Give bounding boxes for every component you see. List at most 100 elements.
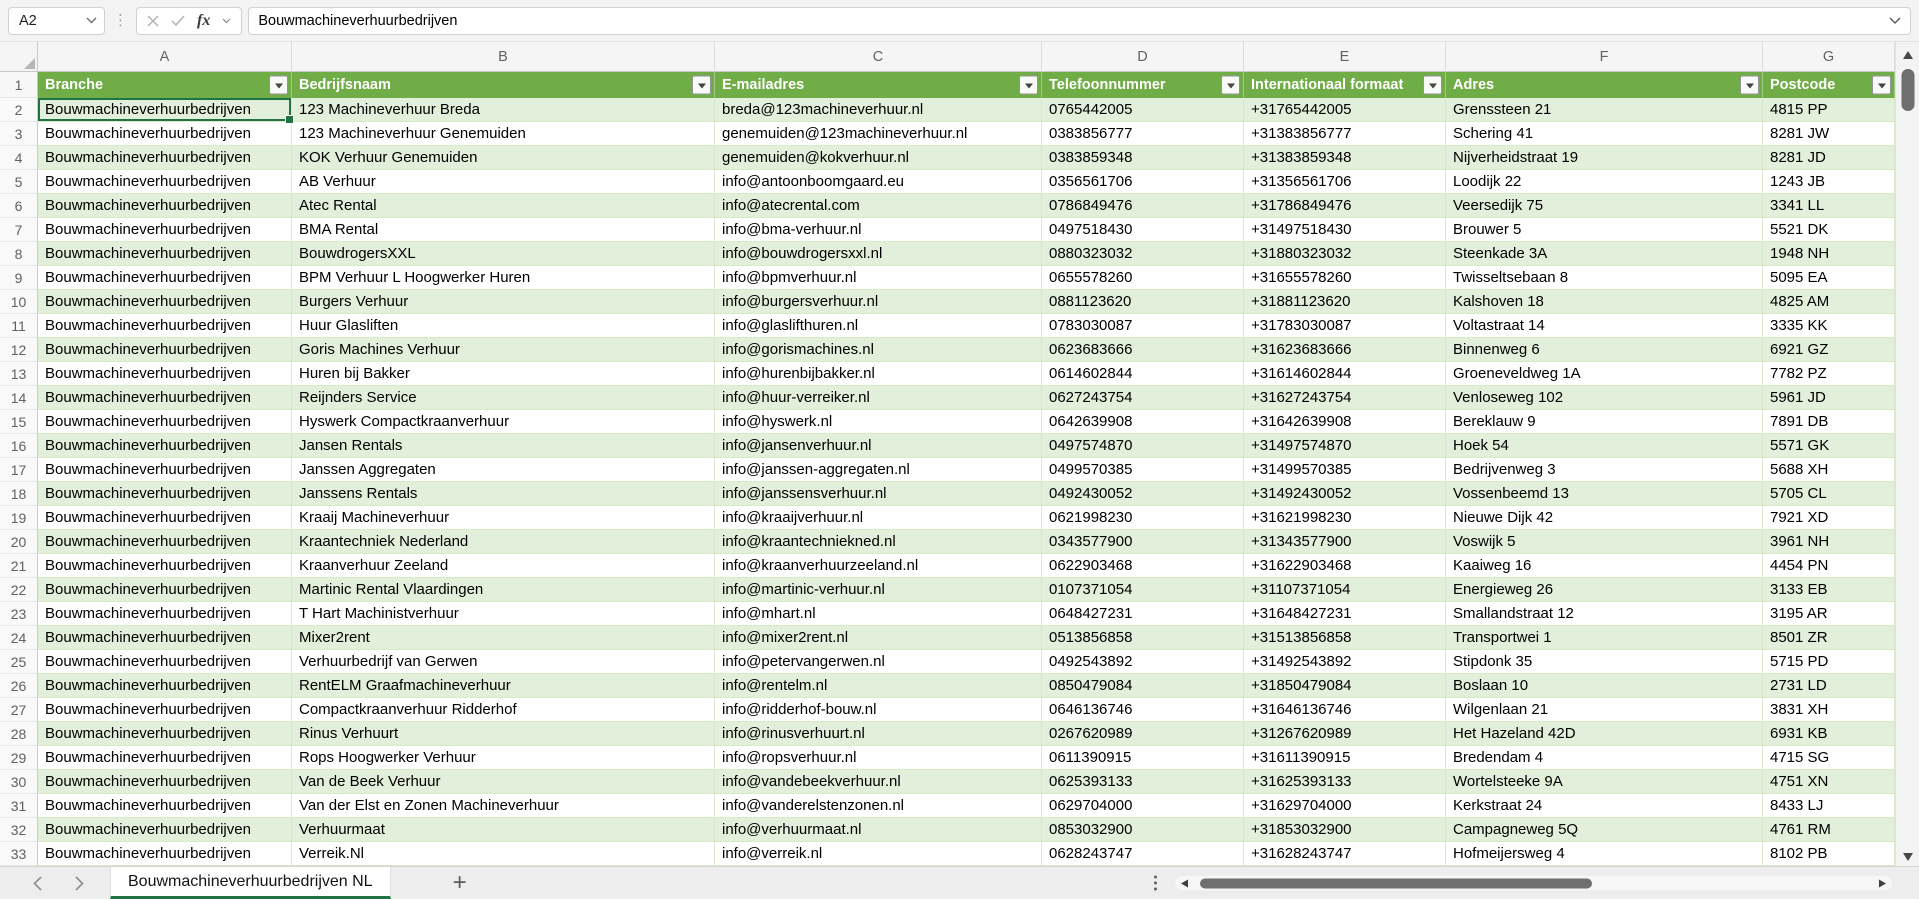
filter-button-bedrijfsnaam[interactable] xyxy=(692,76,711,95)
cell-A15[interactable]: Bouwmachineverhuurbedrijven xyxy=(38,410,292,434)
row-header-6[interactable]: 6 xyxy=(0,194,38,218)
cell-A17[interactable]: Bouwmachineverhuurbedrijven xyxy=(38,458,292,482)
cell-F6[interactable]: Veersedijk 75 xyxy=(1446,194,1763,218)
cell-E27[interactable]: +31646136746 xyxy=(1244,698,1446,722)
cell-B32[interactable]: Verhuurmaat xyxy=(292,818,715,842)
row-header-18[interactable]: 18 xyxy=(0,482,38,506)
cell-D4[interactable]: 0383859348 xyxy=(1042,146,1244,170)
cell-D6[interactable]: 0786849476 xyxy=(1042,194,1244,218)
cell-D12[interactable]: 0623683666 xyxy=(1042,338,1244,362)
cell-D8[interactable]: 0880323032 xyxy=(1042,242,1244,266)
table-header-adres[interactable]: Adres xyxy=(1446,72,1763,98)
cell-B31[interactable]: Van der Elst en Zonen Machineverhuur xyxy=(292,794,715,818)
cell-C33[interactable]: info@verreik.nl xyxy=(715,842,1042,866)
row-header-24[interactable]: 24 xyxy=(0,626,38,650)
row-header-26[interactable]: 26 xyxy=(0,674,38,698)
confirm-check-icon[interactable] xyxy=(171,15,185,26)
cell-A16[interactable]: Bouwmachineverhuurbedrijven xyxy=(38,434,292,458)
cell-F26[interactable]: Boslaan 10 xyxy=(1446,674,1763,698)
column-header-E[interactable]: E xyxy=(1244,42,1446,72)
cell-E22[interactable]: +31107371054 xyxy=(1244,578,1446,602)
cell-G6[interactable]: 3341 LL xyxy=(1763,194,1895,218)
scroll-right-icon[interactable] xyxy=(1879,879,1886,887)
cell-D24[interactable]: 0513856858 xyxy=(1042,626,1244,650)
cell-B20[interactable]: Kraantechniek Nederland xyxy=(292,530,715,554)
cell-G3[interactable]: 8281 JW xyxy=(1763,122,1895,146)
row-header-22[interactable]: 22 xyxy=(0,578,38,602)
filter-button-adres[interactable] xyxy=(1740,76,1759,95)
cell-A21[interactable]: Bouwmachineverhuurbedrijven xyxy=(38,554,292,578)
cell-A7[interactable]: Bouwmachineverhuurbedrijven xyxy=(38,218,292,242)
cell-E30[interactable]: +31625393133 xyxy=(1244,770,1446,794)
filter-button-branche[interactable] xyxy=(269,76,288,95)
cell-B11[interactable]: Huur Glasliften xyxy=(292,314,715,338)
cell-F21[interactable]: Kaaiweg 16 xyxy=(1446,554,1763,578)
next-sheet-button[interactable] xyxy=(75,876,84,891)
cell-A10[interactable]: Bouwmachineverhuurbedrijven xyxy=(38,290,292,314)
cell-E7[interactable]: +31497518430 xyxy=(1244,218,1446,242)
cell-E12[interactable]: +31623683666 xyxy=(1244,338,1446,362)
cell-D11[interactable]: 0783030087 xyxy=(1042,314,1244,338)
cell-C27[interactable]: info@ridderhof-bouw.nl xyxy=(715,698,1042,722)
table-header-internationaal-formaat[interactable]: Internationaal formaat xyxy=(1244,72,1446,98)
table-header-e-mailadres[interactable]: E-mailadres xyxy=(715,72,1042,98)
cell-A26[interactable]: Bouwmachineverhuurbedrijven xyxy=(38,674,292,698)
cell-E20[interactable]: +31343577900 xyxy=(1244,530,1446,554)
name-box[interactable]: A2 xyxy=(8,7,105,35)
cell-B22[interactable]: Martinic Rental Vlaardingen xyxy=(292,578,715,602)
cell-A20[interactable]: Bouwmachineverhuurbedrijven xyxy=(38,530,292,554)
cell-D30[interactable]: 0625393133 xyxy=(1042,770,1244,794)
cell-E26[interactable]: +31850479084 xyxy=(1244,674,1446,698)
cell-G5[interactable]: 1243 JB xyxy=(1763,170,1895,194)
cell-D26[interactable]: 0850479084 xyxy=(1042,674,1244,698)
cell-F27[interactable]: Wilgenlaan 21 xyxy=(1446,698,1763,722)
cell-A19[interactable]: Bouwmachineverhuurbedrijven xyxy=(38,506,292,530)
cell-G8[interactable]: 1948 NH xyxy=(1763,242,1895,266)
cell-B15[interactable]: Hyswerk Compactkraanverhuur xyxy=(292,410,715,434)
cell-F4[interactable]: Nijverheidstraat 19 xyxy=(1446,146,1763,170)
cell-G29[interactable]: 4715 SG xyxy=(1763,746,1895,770)
cell-G12[interactable]: 6921 GZ xyxy=(1763,338,1895,362)
cell-G22[interactable]: 3133 EB xyxy=(1763,578,1895,602)
cell-B5[interactable]: AB Verhuur xyxy=(292,170,715,194)
cell-B6[interactable]: Atec Rental xyxy=(292,194,715,218)
cell-F29[interactable]: Bredendam 4 xyxy=(1446,746,1763,770)
column-header-B[interactable]: B xyxy=(292,42,715,72)
cell-F7[interactable]: Brouwer 5 xyxy=(1446,218,1763,242)
cell-A27[interactable]: Bouwmachineverhuurbedrijven xyxy=(38,698,292,722)
cell-A2[interactable]: Bouwmachineverhuurbedrijven xyxy=(38,98,292,122)
cell-A14[interactable]: Bouwmachineverhuurbedrijven xyxy=(38,386,292,410)
cell-D16[interactable]: 0497574870 xyxy=(1042,434,1244,458)
column-header-G[interactable]: G xyxy=(1763,42,1895,72)
row-header-11[interactable]: 11 xyxy=(0,314,38,338)
cell-E17[interactable]: +31499570385 xyxy=(1244,458,1446,482)
cell-F15[interactable]: Bereklauw 9 xyxy=(1446,410,1763,434)
cell-F9[interactable]: Twisseltsebaan 8 xyxy=(1446,266,1763,290)
cell-G2[interactable]: 4815 PP xyxy=(1763,98,1895,122)
cell-G31[interactable]: 8433 LJ xyxy=(1763,794,1895,818)
scroll-down-icon[interactable] xyxy=(1903,853,1913,861)
cell-D31[interactable]: 0629704000 xyxy=(1042,794,1244,818)
vertical-scrollbar[interactable] xyxy=(1895,42,1919,866)
cell-B9[interactable]: BPM Verhuur L Hoogwerker Huren xyxy=(292,266,715,290)
cell-D19[interactable]: 0621998230 xyxy=(1042,506,1244,530)
cell-F33[interactable]: Hofmeijersweg 4 xyxy=(1446,842,1763,866)
cell-E28[interactable]: +31267620989 xyxy=(1244,722,1446,746)
cell-D25[interactable]: 0492543892 xyxy=(1042,650,1244,674)
cell-D22[interactable]: 0107371054 xyxy=(1042,578,1244,602)
cell-G30[interactable]: 4751 XN xyxy=(1763,770,1895,794)
cell-G9[interactable]: 5095 EA xyxy=(1763,266,1895,290)
cell-G15[interactable]: 7891 DB xyxy=(1763,410,1895,434)
cell-F2[interactable]: Grenssteen 21 xyxy=(1446,98,1763,122)
row-header-13[interactable]: 13 xyxy=(0,362,38,386)
cell-E4[interactable]: +31383859348 xyxy=(1244,146,1446,170)
cell-F22[interactable]: Energieweg 26 xyxy=(1446,578,1763,602)
cell-A30[interactable]: Bouwmachineverhuurbedrijven xyxy=(38,770,292,794)
row-header-16[interactable]: 16 xyxy=(0,434,38,458)
row-header-4[interactable]: 4 xyxy=(0,146,38,170)
cell-C6[interactable]: info@atecrental.com xyxy=(715,194,1042,218)
cell-F20[interactable]: Voswijk 5 xyxy=(1446,530,1763,554)
cell-B4[interactable]: KOK Verhuur Genemuiden xyxy=(292,146,715,170)
cell-G18[interactable]: 5705 CL xyxy=(1763,482,1895,506)
cell-G13[interactable]: 7782 PZ xyxy=(1763,362,1895,386)
